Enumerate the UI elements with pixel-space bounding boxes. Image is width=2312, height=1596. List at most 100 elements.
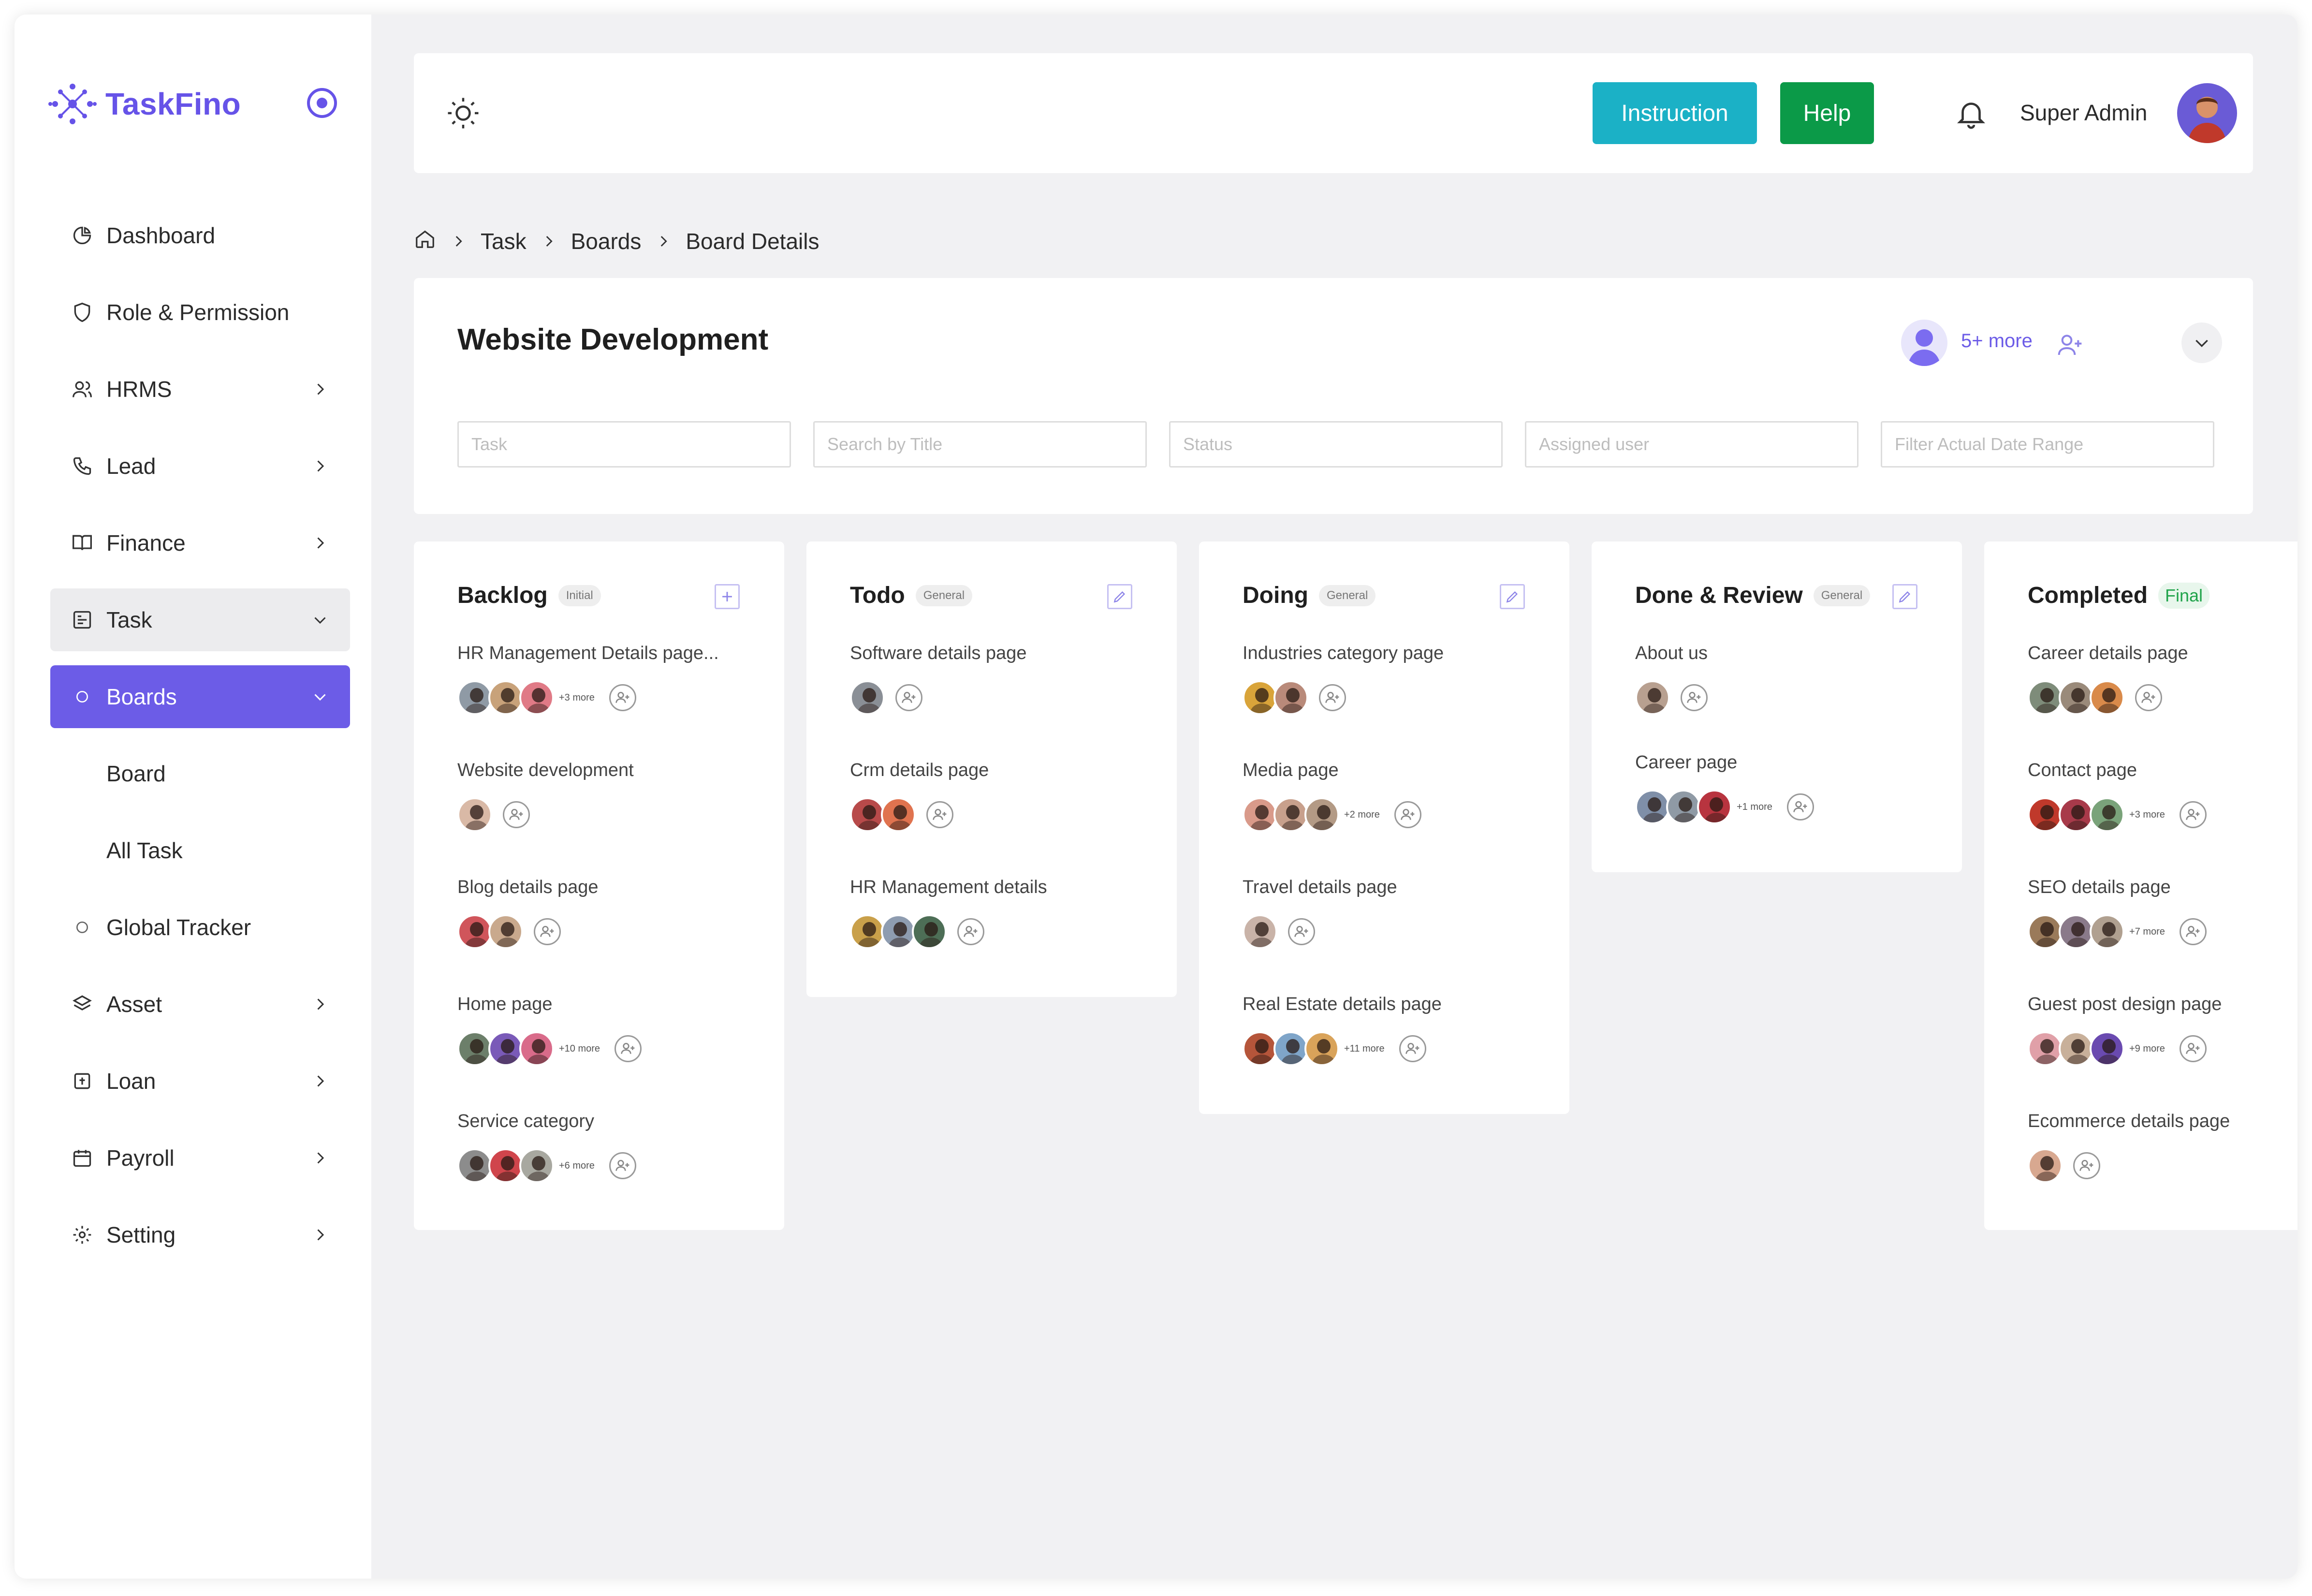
add-user-icon[interactable] xyxy=(2135,684,2162,711)
task-card[interactable]: Website development xyxy=(457,760,634,832)
breadcrumb-boards[interactable]: Boards xyxy=(571,228,642,254)
assigned-user-filter-input[interactable] xyxy=(1525,421,1858,468)
collapse-button[interactable] xyxy=(2181,322,2222,363)
edit-icon[interactable] xyxy=(1892,584,1917,609)
task-card[interactable]: Contact page +3 more xyxy=(2028,760,2207,832)
instruction-button[interactable]: Instruction xyxy=(1593,82,1757,144)
add-user-icon[interactable] xyxy=(1399,1035,1426,1062)
edit-icon[interactable] xyxy=(1107,584,1132,609)
task-card[interactable]: Real Estate details page +11 more xyxy=(1243,994,1442,1066)
task-card[interactable]: HR Management details xyxy=(850,877,1047,949)
breadcrumb-task[interactable]: Task xyxy=(481,228,527,254)
column-tag: General xyxy=(1318,585,1376,606)
add-user-icon[interactable] xyxy=(534,918,561,945)
sidebar-item-boards[interactable]: Boards xyxy=(50,665,350,728)
task-filter-input[interactable] xyxy=(457,421,791,468)
add-user-icon[interactable] xyxy=(926,801,953,828)
task-card[interactable]: Software details page xyxy=(850,643,1026,715)
task-card[interactable]: Home page +10 more xyxy=(457,994,642,1066)
task-card[interactable]: HR Management Details page... +3 more xyxy=(457,643,719,715)
add-user-icon[interactable] xyxy=(1681,684,1708,711)
add-user-icon[interactable] xyxy=(957,918,984,945)
sidebar-item-global-tracker[interactable]: Global Tracker xyxy=(50,896,350,959)
task-name: About us xyxy=(1635,643,1708,663)
task-card[interactable]: Industries category page xyxy=(1243,643,1444,715)
sidebar-subitem-board[interactable]: Board xyxy=(50,742,350,805)
task-card[interactable]: SEO details page +7 more xyxy=(2028,877,2207,949)
add-user-icon[interactable] xyxy=(1288,918,1315,945)
task-card[interactable]: Guest post design page +9 more xyxy=(2028,994,2222,1066)
brand-logo[interactable]: TaskFino xyxy=(48,73,241,135)
task-card[interactable]: Blog details page xyxy=(457,877,599,949)
members-more-link[interactable]: 5+ more xyxy=(1961,330,2033,352)
task-card[interactable]: Service category +6 more xyxy=(457,1111,636,1183)
sidebar-item-hrms[interactable]: HRMS xyxy=(50,358,350,421)
avatar xyxy=(1273,680,1308,715)
avatar xyxy=(519,1148,554,1183)
help-button[interactable]: Help xyxy=(1780,82,1874,144)
sidebar-item-loan[interactable]: Loan xyxy=(50,1050,350,1113)
avatar xyxy=(2090,914,2124,949)
task-card[interactable]: Media page +2 more xyxy=(1243,760,1421,832)
task-card[interactable]: Travel details page xyxy=(1243,877,1397,949)
member-avatar[interactable] xyxy=(1901,320,1947,366)
sidebar-item-task[interactable]: Task xyxy=(50,588,350,651)
breadcrumb-board-details: Board Details xyxy=(686,229,819,254)
sidebar-item-lead[interactable]: Lead xyxy=(50,435,350,498)
task-name: Blog details page xyxy=(457,877,599,897)
avatar xyxy=(850,797,885,832)
chevron-right-icon xyxy=(309,994,331,1015)
chevron-right-icon xyxy=(309,455,331,477)
add-user-icon[interactable] xyxy=(615,1035,642,1062)
sidebar-item-finance[interactable]: Finance xyxy=(50,512,350,574)
add-user-icon[interactable] xyxy=(1394,801,1421,828)
home-icon[interactable] xyxy=(414,228,436,255)
avatar xyxy=(1273,797,1308,832)
add-user-icon[interactable] xyxy=(2179,918,2207,945)
avatar xyxy=(2059,797,2093,832)
task-card[interactable]: Crm details page xyxy=(850,760,989,832)
sidebar-item-payroll[interactable]: Payroll xyxy=(50,1127,350,1189)
task-card[interactable]: About us xyxy=(1635,643,1708,715)
more-assignees-count: +9 more xyxy=(2129,1043,2165,1054)
task-name: Guest post design page xyxy=(2028,994,2222,1014)
avatar xyxy=(488,680,523,715)
task-card[interactable]: Career page +1 more xyxy=(1635,752,1814,824)
add-user-icon[interactable] xyxy=(1786,793,1814,820)
sun-icon[interactable] xyxy=(446,96,481,131)
column-header: Todo General xyxy=(850,582,973,609)
sidebar-item-dashboard[interactable]: Dashboard xyxy=(50,204,350,267)
user-avatar[interactable] xyxy=(2177,83,2237,143)
add-user-icon[interactable] xyxy=(2057,331,2084,358)
task-card[interactable]: Career details page xyxy=(2028,643,2188,715)
date-range-filter-input[interactable] xyxy=(1881,421,2214,468)
bell-icon[interactable] xyxy=(1954,97,1988,131)
status-filter-input[interactable] xyxy=(1169,421,1503,468)
add-user-icon[interactable] xyxy=(609,1152,636,1179)
add-user-icon[interactable] xyxy=(2179,801,2207,828)
avatar xyxy=(1243,914,1277,949)
add-task-icon[interactable] xyxy=(715,584,740,609)
task-name: HR Management Details page... xyxy=(457,643,719,663)
add-user-icon[interactable] xyxy=(609,684,636,711)
add-user-icon[interactable] xyxy=(1319,684,1346,711)
sidebar-item-label: Lead xyxy=(106,454,156,479)
add-user-icon[interactable] xyxy=(2073,1152,2100,1179)
column-title: Completed xyxy=(2028,583,2148,608)
sidebar-item-asset[interactable]: Asset xyxy=(50,973,350,1036)
avatar xyxy=(2090,680,2124,715)
add-user-icon[interactable] xyxy=(895,684,922,711)
edit-icon[interactable] xyxy=(1500,584,1525,609)
sidebar-item-role-permission[interactable]: Role & Permission xyxy=(50,281,350,344)
task-assignees xyxy=(850,914,1047,949)
sidebar-item-label: Dashboard xyxy=(106,223,216,248)
add-user-icon[interactable] xyxy=(503,801,530,828)
sidebar-subitem-all-task[interactable]: All Task xyxy=(50,819,350,882)
sidebar-toggle-icon[interactable] xyxy=(307,88,337,118)
avatar xyxy=(457,680,492,715)
task-card[interactable]: Ecommerce details page xyxy=(2028,1111,2230,1183)
add-user-icon[interactable] xyxy=(2179,1035,2207,1062)
column-tag: General xyxy=(1813,585,1871,606)
search-input[interactable] xyxy=(813,421,1147,468)
sidebar-item-setting[interactable]: Setting xyxy=(50,1203,350,1266)
